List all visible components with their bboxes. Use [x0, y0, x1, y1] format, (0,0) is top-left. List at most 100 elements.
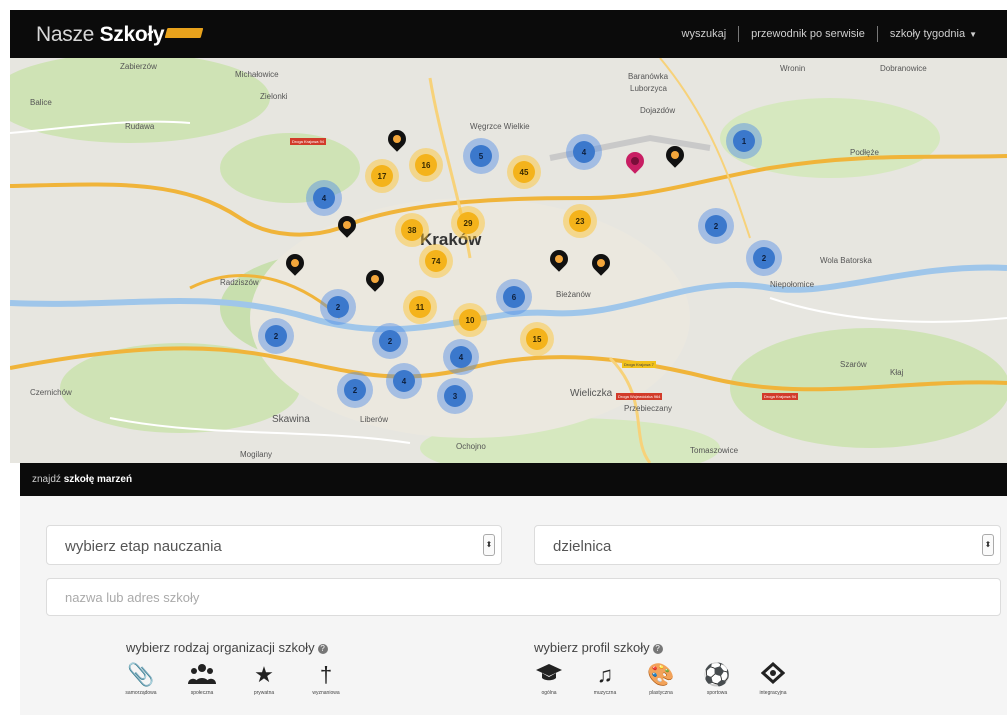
- place-label: Dobranowice: [880, 64, 927, 73]
- place-label: Baranówka: [628, 72, 669, 81]
- search-title-plain: znajdź: [32, 474, 64, 485]
- org-option-religious[interactable]: † wyznaniowa: [301, 662, 351, 696]
- profile-option-label: integracyjna: [759, 690, 787, 696]
- road-label: Droga Wojewódzka 964: [616, 393, 663, 400]
- graduation-cap-icon: [524, 662, 574, 688]
- profile-option-music[interactable]: ♫ muzyczna: [580, 662, 630, 696]
- place-label: Kłaj: [890, 368, 904, 377]
- place-label: Mogilany: [240, 450, 273, 459]
- profile-title-text: wybierz profil szkoły: [534, 640, 650, 655]
- profile-option-art[interactable]: 🎨 plastyczna: [636, 662, 686, 696]
- people-icon: [177, 662, 227, 688]
- search-panel: wybierz etap nauczania ⬍ dzielnica ⬍ wyb…: [20, 496, 1007, 715]
- map-cluster[interactable]: 2: [337, 372, 373, 408]
- org-type-title: wybierz rodzaj organizacji szkoły?: [126, 640, 328, 655]
- map-cluster[interactable]: 2: [320, 289, 356, 325]
- map-cluster[interactable]: 10: [453, 303, 487, 337]
- road-label: Droga Krajowa 94: [762, 393, 799, 400]
- place-label: Liberów: [360, 415, 389, 424]
- map-cluster[interactable]: 5: [463, 138, 499, 174]
- stage-select[interactable]: wybierz etap nauczania ⬍: [46, 525, 502, 565]
- ball-icon: ⚽: [703, 662, 731, 687]
- map-cluster[interactable]: 2: [698, 208, 734, 244]
- place-label: Zielonki: [260, 92, 288, 101]
- map-cluster[interactable]: 4: [306, 180, 342, 216]
- map-cluster[interactable]: 4: [386, 363, 422, 399]
- road-label: Droga Krajowa 94: [290, 138, 327, 145]
- cluster-count: 2: [705, 215, 727, 237]
- app-root: { "header": { "logo_plain": "Nasze ", "l…: [0, 0, 1007, 715]
- schools-map[interactable]: Zabierzów Balice Radziszów Skawina Liber…: [10, 58, 1007, 463]
- cluster-count: 2: [753, 247, 775, 269]
- org-option-social[interactable]: społeczna: [177, 662, 227, 696]
- map-cluster[interactable]: 4: [443, 339, 479, 375]
- map-cluster[interactable]: 45: [507, 155, 541, 189]
- nav-divider: [876, 26, 878, 42]
- cluster-count: 2: [327, 296, 349, 318]
- map-cluster[interactable]: 1: [726, 123, 762, 159]
- star-icon: ★: [254, 662, 274, 687]
- map-cluster[interactable]: 2: [746, 240, 782, 276]
- org-option-municipal[interactable]: 📎 samorządowa: [116, 662, 166, 696]
- district-select[interactable]: dzielnica ⬍: [534, 525, 1001, 565]
- profile-option-label: plastyczna: [649, 690, 673, 696]
- cluster-count: 10: [459, 309, 481, 331]
- org-option-private[interactable]: ★ prywatna: [239, 662, 289, 696]
- nav-weekly-schools-label: szkoły tygodnia: [889, 28, 966, 40]
- cluster-count: 74: [425, 250, 447, 272]
- place-label: Balice: [30, 98, 52, 107]
- map-cluster[interactable]: 4: [566, 134, 602, 170]
- map-cluster[interactable]: 2: [258, 318, 294, 354]
- nav-search-link[interactable]: wyszukaj: [682, 28, 727, 40]
- profile-option-integration[interactable]: integracyjna: [748, 661, 798, 696]
- place-label: Szarów: [840, 360, 867, 369]
- map-cluster[interactable]: 17: [365, 159, 399, 193]
- cluster-count: 45: [513, 161, 535, 183]
- cluster-count: 38: [401, 219, 423, 241]
- place-label: Wieliczka: [570, 388, 613, 399]
- profile-option-label: muzyczna: [593, 690, 617, 696]
- help-icon[interactable]: ?: [652, 644, 663, 654]
- place-label: Przebieczany: [624, 404, 673, 413]
- nav-divider: [738, 26, 740, 42]
- cluster-count: 11: [409, 296, 431, 318]
- cluster-count: 3: [444, 385, 466, 407]
- stage-select-value: wybierz etap nauczania: [65, 538, 222, 555]
- map-cluster[interactable]: 3: [437, 378, 473, 414]
- map-cluster[interactable]: 23: [563, 204, 597, 238]
- map-cluster[interactable]: 74: [419, 244, 453, 278]
- place-label: Bieżanów: [556, 290, 591, 299]
- school-name-input[interactable]: [46, 578, 1001, 616]
- org-option-label: społeczna: [190, 690, 214, 696]
- search-title-bold: szkołę marzeń: [63, 474, 133, 485]
- map-cluster[interactable]: 29: [451, 206, 485, 240]
- nav-weekly-schools-link[interactable]: szkoły tygodnia ▼: [890, 28, 977, 40]
- map-cluster[interactable]: 38: [395, 213, 429, 247]
- palette-icon: 🎨: [647, 662, 675, 687]
- map-cluster[interactable]: 2: [372, 323, 408, 359]
- map-cluster[interactable]: 11: [403, 290, 437, 324]
- profile-option-label: sportowa: [706, 690, 728, 696]
- map-cluster[interactable]: 6: [496, 279, 532, 315]
- profile-option-general[interactable]: ogólna: [524, 662, 574, 696]
- nav-guide-link[interactable]: przewodnik po serwisie: [751, 28, 865, 40]
- place-label: Radziszów: [220, 278, 259, 287]
- marker-dot: [369, 273, 381, 285]
- place-label: Skawina: [272, 414, 310, 425]
- cross-icon: †: [319, 662, 333, 687]
- profile-title: wybierz profil szkoły?: [534, 640, 663, 655]
- music-note-icon: ♫: [596, 662, 614, 687]
- cluster-count: 4: [313, 187, 335, 209]
- map-cluster[interactable]: 15: [520, 322, 554, 356]
- place-label: Ochojno: [456, 442, 486, 451]
- site-logo[interactable]: Nasze Szkoły: [36, 23, 204, 47]
- logo-badge: [164, 28, 204, 38]
- profile-option-sport[interactable]: ⚽ sportowa: [692, 662, 742, 696]
- help-icon[interactable]: ?: [317, 644, 328, 654]
- place-label: Rudawa: [125, 122, 155, 131]
- search-panel-header: znajdź szkołę marzeń: [20, 463, 1007, 496]
- place-label: Podłęże: [850, 148, 879, 157]
- cluster-count: 2: [379, 330, 401, 352]
- cluster-count: 17: [371, 165, 393, 187]
- map-cluster[interactable]: 16: [409, 148, 443, 182]
